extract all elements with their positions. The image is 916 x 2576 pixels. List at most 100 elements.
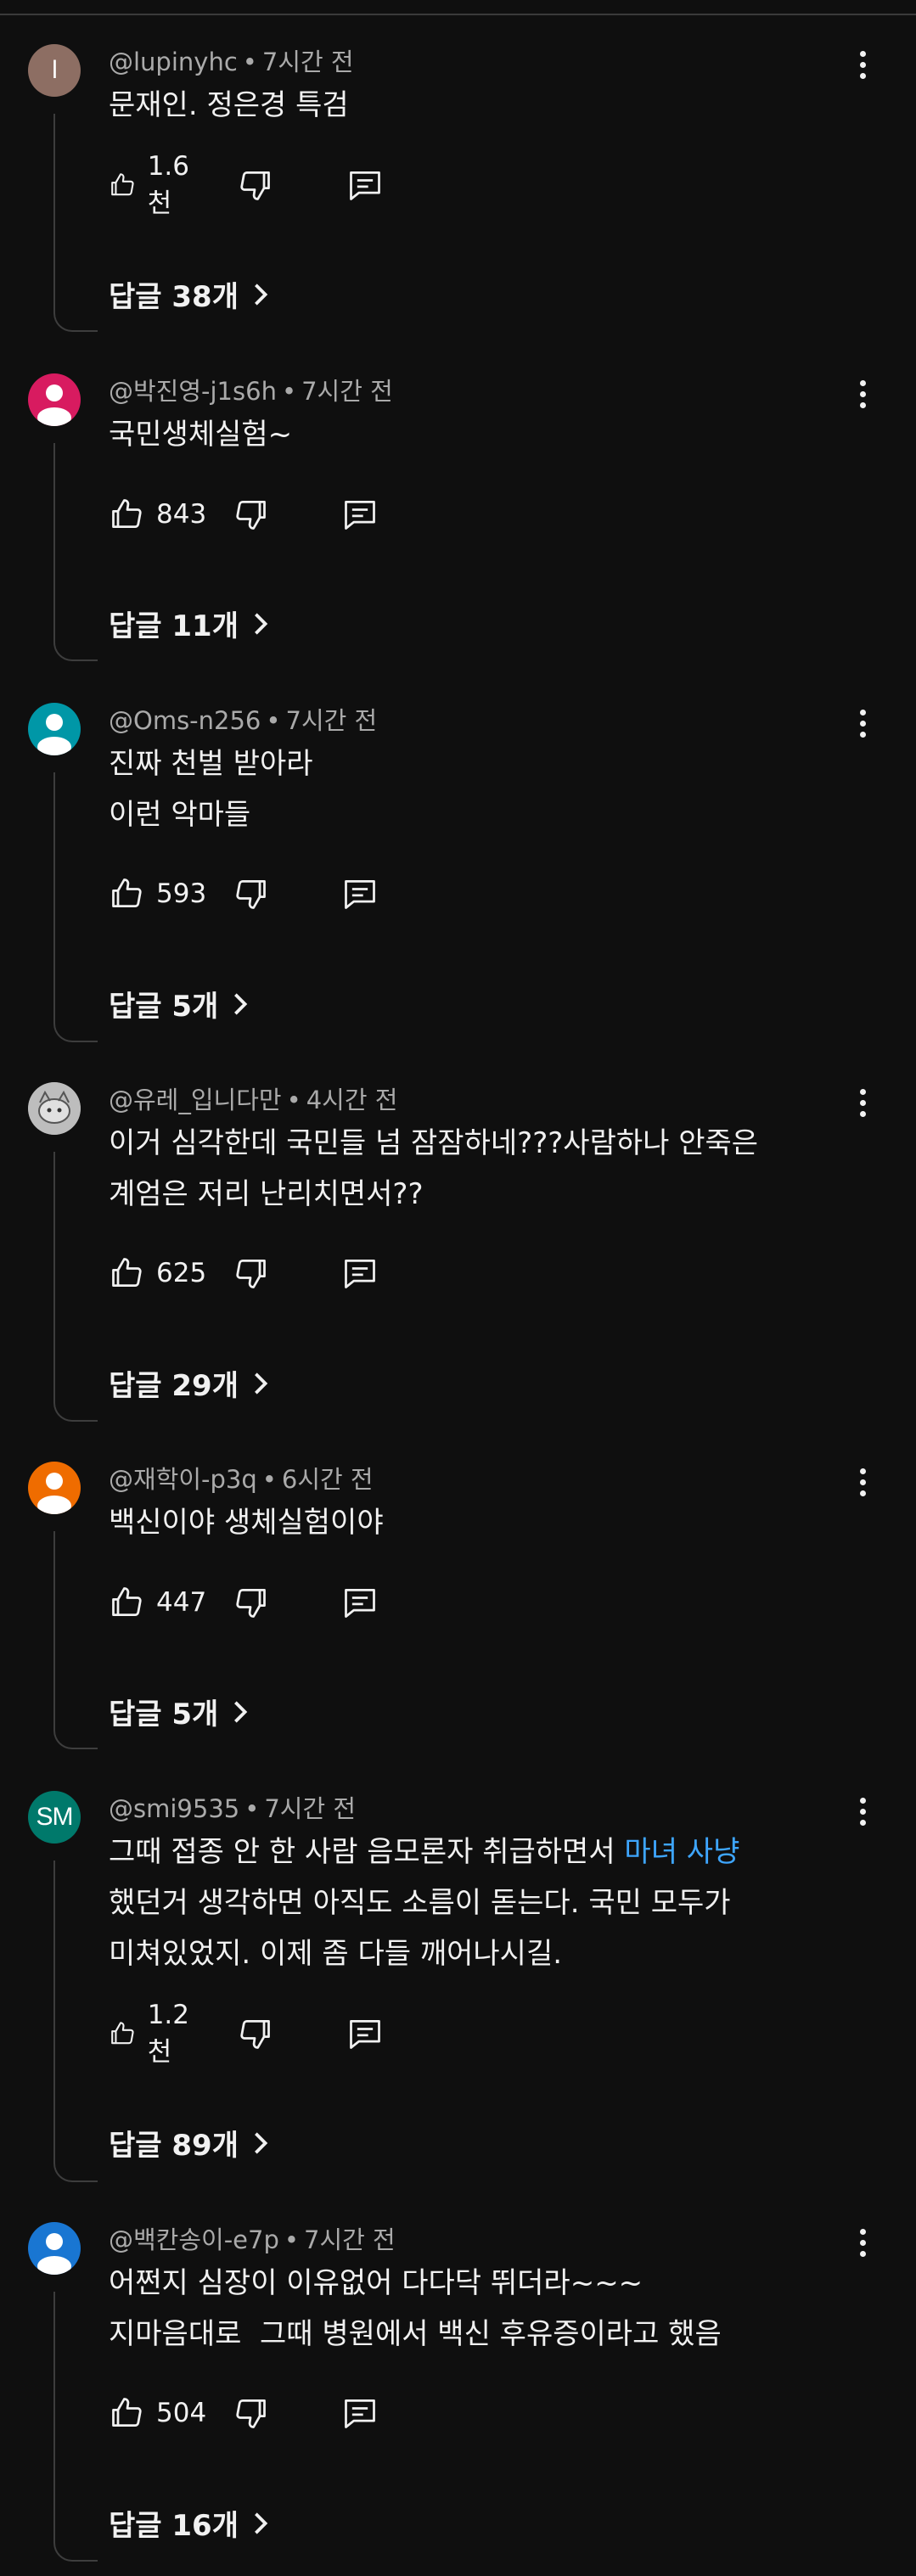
dislike-button[interactable] — [232, 873, 269, 915]
thumbs-down-icon — [236, 1259, 266, 1288]
view-replies-button[interactable]: 답글 89개 — [109, 2122, 271, 2164]
comment-author[interactable]: @백칸송이-e7p — [109, 2225, 279, 2254]
like-count: 1.6천 — [147, 150, 190, 219]
avatar[interactable] — [28, 1462, 81, 1514]
view-replies-button[interactable]: 답글 16개 — [109, 2502, 271, 2544]
like-button[interactable]: 625 — [109, 1252, 206, 1294]
like-button[interactable]: 593 — [109, 873, 206, 915]
reply-button[interactable] — [341, 1252, 379, 1294]
comment-icon — [350, 2019, 380, 2049]
person-icon — [37, 1473, 71, 1514]
comment-time: 7시간 전 — [285, 706, 378, 735]
avatar[interactable]: l — [28, 44, 81, 97]
comment-author[interactable]: @smi9535 — [109, 1794, 239, 1823]
thumbs-up-icon — [112, 2398, 142, 2427]
more-options-icon[interactable] — [854, 380, 871, 418]
comment-author[interactable]: @lupinyhc — [109, 48, 238, 76]
replies-count: 답글 38개 — [109, 280, 239, 314]
comment-author[interactable]: @유레_입니다만 — [109, 1086, 282, 1114]
avatar[interactable] — [28, 373, 81, 426]
more-options-icon[interactable] — [854, 1798, 871, 1835]
like-count: 593 — [156, 878, 207, 909]
more-options-icon[interactable] — [854, 51, 871, 88]
view-replies-button[interactable]: 답글 5개 — [109, 983, 250, 1024]
more-options-icon[interactable] — [854, 1089, 871, 1126]
chevron-right-icon — [234, 992, 248, 1015]
like-count: 1.2천 — [147, 1999, 190, 2068]
comment-icon — [345, 879, 375, 909]
view-replies-button[interactable]: 답글 5개 — [109, 1691, 250, 1732]
thumbs-down-icon — [240, 2019, 270, 2049]
reply-button[interactable] — [346, 164, 384, 206]
like-button[interactable]: 843 — [109, 493, 206, 536]
avatar-initials: SM — [36, 1803, 74, 1831]
comment-author[interactable]: @재학이-p3q — [109, 1465, 257, 1494]
comment-icon — [345, 1588, 375, 1618]
view-replies-button[interactable]: 답글 38개 — [109, 273, 271, 315]
like-count: 843 — [156, 499, 207, 530]
more-options-icon[interactable] — [854, 1468, 871, 1506]
thumbs-down-icon — [236, 500, 266, 530]
thumbs-up-icon — [112, 1258, 142, 1288]
comment-icon — [345, 1259, 375, 1288]
dislike-button[interactable] — [236, 2012, 273, 2055]
comment-meta: @lupinyhc • 7시간 전 — [109, 48, 354, 76]
avatar[interactable] — [28, 703, 81, 755]
comment-time: 7시간 전 — [301, 377, 393, 406]
replies-count: 답글 5개 — [109, 990, 219, 1024]
like-button[interactable]: 1.6천 — [109, 151, 198, 219]
thumbs-up-icon — [111, 173, 134, 196]
dislike-button[interactable] — [232, 1252, 269, 1294]
chevron-right-icon — [234, 1700, 248, 1723]
like-button[interactable]: 1.2천 — [109, 2000, 198, 2068]
thread-line — [53, 2292, 98, 2562]
replies-count: 답글 11개 — [109, 609, 239, 643]
thumbs-up-icon — [112, 1587, 142, 1617]
reply-button[interactable] — [341, 2392, 379, 2434]
chevron-right-icon — [255, 283, 268, 306]
person-icon — [37, 2233, 71, 2275]
comment-text: 이거 심각한데 국민들 넘 잠잠하네???사람하나 안죽은 계엄은 저리 난리치면… — [109, 1126, 759, 1211]
like-button[interactable]: 447 — [109, 1581, 206, 1624]
comment-text: 국민생체실험~ — [109, 418, 293, 452]
thumbs-down-icon — [236, 1588, 266, 1618]
avatar[interactable] — [28, 1082, 81, 1135]
comment-author[interactable]: @박진영-j1s6h — [109, 377, 277, 406]
thumbs-down-icon — [236, 879, 266, 909]
thread-line — [53, 1152, 98, 1422]
reply-button[interactable] — [341, 873, 379, 915]
comment-meta: @유레_입니다만 • 4시간 전 — [109, 1086, 398, 1114]
thread-line — [53, 443, 98, 661]
thread-line — [53, 772, 98, 1042]
dislike-button[interactable] — [232, 1581, 269, 1624]
avatar-initial: l — [52, 56, 58, 84]
avatar[interactable]: SM — [28, 1791, 81, 1844]
comment-time: 4시간 전 — [306, 1086, 398, 1114]
dislike-button[interactable] — [232, 493, 269, 536]
view-replies-button[interactable]: 답글 11개 — [109, 603, 271, 644]
comment-author[interactable]: @Oms-n256 — [109, 706, 261, 735]
more-options-icon[interactable] — [854, 710, 871, 747]
chevron-right-icon — [255, 2131, 268, 2154]
sketch-avatar-icon — [28, 1082, 81, 1135]
avatar[interactable] — [28, 2222, 81, 2275]
thumbs-down-icon — [236, 2399, 266, 2428]
dislike-button[interactable] — [232, 2392, 269, 2434]
comment-icon — [350, 171, 380, 200]
comment-meta: @재학이-p3q • 6시간 전 — [109, 1465, 374, 1494]
replies-count: 답글 29개 — [109, 1369, 239, 1403]
hashtag-link[interactable]: 마녀 사냥 — [624, 1835, 739, 1869]
like-count: 504 — [156, 2398, 207, 2428]
comment-icon — [345, 2399, 375, 2428]
view-replies-button[interactable]: 답글 29개 — [109, 1362, 271, 1404]
dislike-button[interactable] — [236, 164, 273, 206]
person-icon — [37, 714, 71, 755]
like-count: 447 — [156, 1587, 207, 1618]
reply-button[interactable] — [341, 1581, 379, 1624]
replies-count: 답글 16개 — [109, 2509, 239, 2543]
reply-button[interactable] — [341, 493, 379, 536]
comment-text: 그때 접종 안 한 사람 음모론자 취급하면서 마녀 사냥 했던거 생각하면 아… — [109, 1835, 740, 1971]
more-options-icon[interactable] — [854, 2229, 871, 2266]
like-button[interactable]: 504 — [109, 2392, 206, 2434]
reply-button[interactable] — [346, 2012, 384, 2055]
